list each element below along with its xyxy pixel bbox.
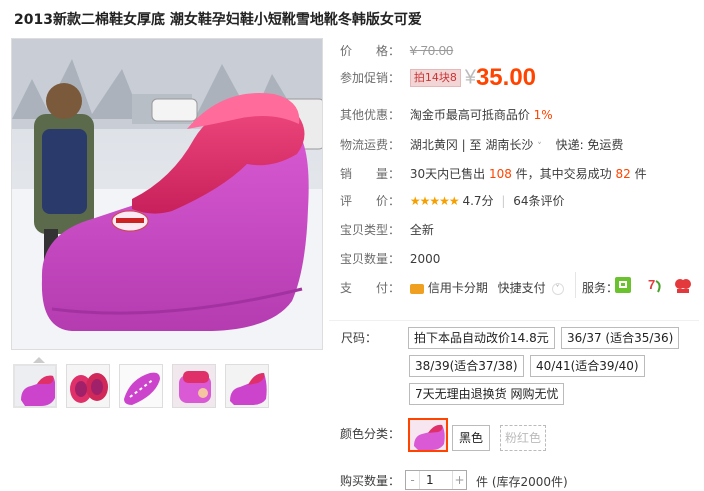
other-discount-text[interactable]: 淘金币最高可抵商品价 (410, 108, 530, 122)
service-credit-icon[interactable] (674, 276, 692, 294)
rating-score: 4.7分 (462, 194, 494, 208)
promo-price: 35.00 (475, 64, 537, 91)
row-payment: 支 付： 信用卡分期 快捷支付 ˅ (340, 279, 564, 296)
service-divider (575, 272, 576, 298)
stock-label: 宝贝数量： (340, 252, 401, 266)
color-option-pink[interactable]: 粉红色 (500, 425, 547, 451)
sales-text-1: 30天内已售出 (409, 167, 486, 181)
svg-text:7: 7 (648, 277, 655, 292)
quantity-label: 购买数量： (340, 474, 401, 488)
quantity-input[interactable] (426, 472, 450, 488)
pay-quick[interactable]: 快捷支付 (498, 281, 546, 295)
size-option-1[interactable]: 拍下本品自动改价14.8元 (408, 327, 555, 349)
sales-count: 108 (488, 167, 512, 181)
condition-label: 宝贝类型： (340, 223, 401, 237)
yen-sign: ¥ (464, 66, 476, 89)
sales-label: 销 量： (340, 167, 401, 181)
thumbnail-2[interactable] (66, 364, 110, 408)
quantity-stock: 件 (库存2000件) (476, 475, 568, 489)
row-sales: 销 量： 30天内已售出 108 件，其中交易成功 82 件 (340, 165, 647, 182)
sales-success-count: 82 (615, 167, 631, 181)
size-option-3[interactable]: 38/39(适合37/38) (409, 355, 524, 377)
credit-card-icon (409, 283, 424, 294)
size-label: 尺码： (341, 331, 378, 345)
thumbnail-selected-arrow-icon (33, 357, 45, 363)
other-discount-label: 其他优惠： (340, 108, 401, 122)
row-condition: 宝贝类型： 全新 (340, 221, 434, 238)
stock-value: 2000 (409, 252, 441, 266)
promo-tag-badge[interactable]: 拍14块8 (409, 69, 461, 87)
row-stock: 宝贝数量： 2000 (340, 250, 440, 267)
rating-count-link[interactable]: 64条评价 (513, 194, 564, 208)
ship-to-chevron-down-icon[interactable]: ˅ (537, 142, 542, 152)
other-discount-percent: 1% (533, 108, 553, 122)
color-label: 颜色分类： (340, 427, 401, 441)
row-price: 价 格： ¥ 70.00 (340, 42, 453, 59)
ship-separator: | (461, 138, 466, 152)
ship-from: 湖北黄冈 (409, 138, 458, 152)
payment-dropdown-chevron-icon[interactable]: ˅ (551, 282, 564, 295)
price-label: 价 格： (340, 44, 401, 58)
ship-to-prefix: 至 (469, 138, 482, 152)
pay-credit-installment[interactable]: 信用卡分期 (428, 281, 488, 295)
ship-fee: 快递: 免运费 (555, 138, 624, 152)
condition-value: 全新 (409, 223, 434, 237)
thumbnail-4[interactable] (172, 364, 216, 408)
original-price: ¥ 70.00 (409, 43, 454, 58)
row-rating: 评 价： ★★★★★ 4.7分 | 64条评价 (340, 192, 565, 209)
main-product-image[interactable] (11, 38, 323, 350)
service-guarantee-icon[interactable] (614, 276, 632, 294)
color-option-pink-image[interactable] (408, 418, 448, 452)
shipping-label: 物流运费： (340, 138, 401, 152)
service-7day-return-icon[interactable]: 7 (646, 276, 664, 294)
quantity-decrease-button[interactable]: - (406, 471, 420, 489)
rating-label: 评 价： (340, 194, 401, 208)
product-title: 2013新款二棉鞋女厚底 潮女鞋孕妇鞋小短靴雪地靴冬韩版女可爱 (14, 12, 422, 28)
ship-to-location[interactable]: 湖南长沙 (485, 138, 533, 152)
thumbnail-1[interactable] (13, 364, 57, 408)
promo-label: 参加促销： (340, 70, 401, 85)
size-option-4[interactable]: 40/41(适合39/40) (530, 355, 645, 377)
color-option-black[interactable]: 黑色 (452, 425, 491, 451)
row-shipping: 物流运费： 湖北黄冈 | 至 湖南长沙 ˅ 快递: 免运费 (340, 136, 623, 153)
payment-label: 支 付： (340, 281, 401, 295)
quantity-increase-button[interactable]: + (452, 471, 466, 489)
thumbnail-5[interactable] (225, 364, 269, 408)
quantity-stepper[interactable]: - + (405, 470, 467, 490)
size-option-2[interactable]: 36/37 (适合35/36) (561, 327, 680, 349)
sales-text-2: 件，其中交易成功 (515, 167, 612, 181)
row-promo: 参加促销： 拍14块8 ¥35.00 (340, 64, 536, 92)
service-label: 服务： (582, 281, 619, 295)
sales-text-3: 件 (634, 167, 647, 181)
row-other-discount: 其他优惠： 淘金币最高可抵商品价 1% (340, 106, 553, 123)
rating-separator: | (501, 194, 506, 208)
size-option-5[interactable]: 7天无理由退换货 网购无忧 (409, 383, 565, 405)
rating-stars-icon: ★★★★★ (409, 194, 460, 208)
thumbnail-3[interactable] (119, 364, 163, 408)
